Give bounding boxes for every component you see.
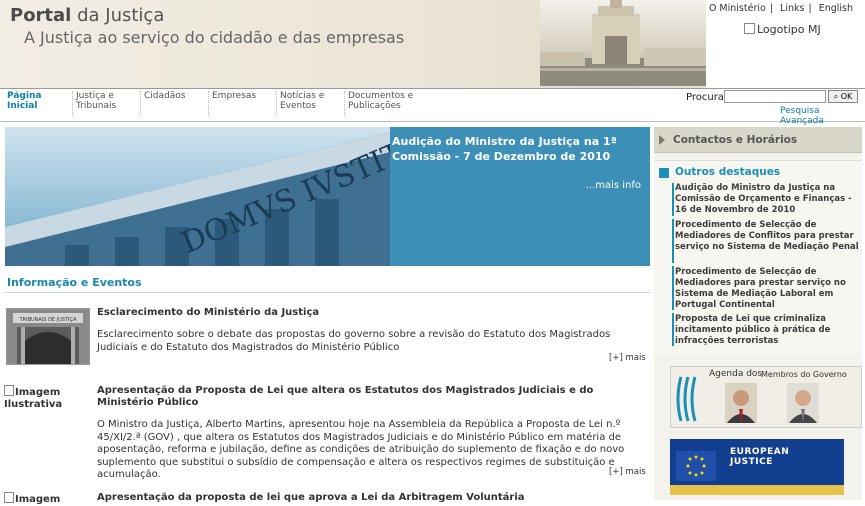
site-subtitle: A Justiça ao serviço do cidadão e das em…: [24, 28, 405, 47]
search-input[interactable]: [724, 90, 826, 103]
sidebar: Contactos e Horários Outros destaques Au…: [654, 127, 862, 500]
nav-empresas[interactable]: Empresas: [208, 91, 272, 115]
european-justice-banner[interactable]: EUROPEAN JUSTICE: [670, 439, 844, 495]
featured-banner[interactable]: DOMVS IVSTITIÆ Audição do Ministro da Ju…: [5, 127, 650, 266]
contacts-box[interactable]: Contactos e Horários: [654, 127, 862, 153]
secretary-portrait: [787, 383, 819, 423]
news-image[interactable]: Imagem Ilustrativa: [4, 385, 89, 411]
agenda-banner[interactable]: Agenda dos Membros do Governo: [670, 366, 862, 428]
site-title[interactable]: Portal da Justiça: [10, 5, 164, 26]
news-body: O Ministro da Justiça, Alberto Martins, …: [97, 419, 625, 480]
bullet-bar: [672, 219, 674, 263]
section-divider: [5, 292, 650, 293]
site-title-bold: Portal: [10, 5, 72, 26]
news-thumbnail[interactable]: TRIBUNAIS DE JUSTIÇA: [6, 308, 90, 365]
outro-item[interactable]: Audição do Ministro da Justiça na Comiss…: [675, 183, 860, 216]
news-title[interactable]: Esclarecimento do Ministério da Justiça: [97, 307, 319, 319]
search-button[interactable]: ⌕ OK: [828, 90, 858, 103]
broken-image-icon: [4, 492, 14, 503]
news-more-link[interactable]: [+] mais: [609, 467, 646, 477]
site-title-rest: da Justiça: [77, 5, 165, 26]
thumbnail-sign: TRIBUNAIS DE JUSTIÇA: [19, 317, 77, 323]
bullet-bar: [672, 313, 674, 346]
nav-justica-tribunais[interactable]: Justiça e Tribunais: [72, 91, 136, 115]
broken-image-icon: [4, 385, 14, 396]
banner-image: DOMVS IVSTITIÆ: [5, 127, 390, 266]
outros-destaques: Outros destaques Audição do Ministro da …: [654, 160, 862, 354]
nav-documentos-publicacoes[interactable]: Documentos e Publicações: [344, 91, 418, 115]
news-body: Esclarecimento sobre o debate das propos…: [97, 329, 611, 353]
news-title[interactable]: Apresentação da Proposta de Lei que alte…: [97, 385, 637, 409]
outro-item[interactable]: Proposta de Lei que criminaliza incitame…: [675, 314, 860, 347]
nav-pagina-inicial[interactable]: Página Inicial: [4, 91, 67, 115]
bullet-bar: [672, 266, 674, 310]
agenda-title: Agenda dos: [709, 369, 763, 379]
arrow-right-icon: [659, 135, 665, 145]
section-title: Informação e Eventos: [7, 276, 142, 289]
nav-cidadaos[interactable]: Cidadãos: [140, 91, 204, 115]
top-links: O Ministério | Links | English: [707, 3, 855, 14]
ejustice-line1: EUROPEAN: [730, 447, 790, 457]
ejustice-text: EUROPEAN JUSTICE: [730, 447, 789, 467]
link-english[interactable]: English: [819, 3, 853, 14]
search-label: Procura: [686, 92, 724, 103]
banner-more-link[interactable]: ...mais info: [586, 180, 641, 191]
link-links[interactable]: Links: [780, 3, 804, 14]
eu-flag-icon: [676, 451, 716, 481]
ejustice-strip: [670, 485, 844, 495]
search-icon: ⌕: [833, 91, 839, 101]
broken-image-icon: [744, 23, 755, 34]
separator: |: [769, 3, 774, 14]
search-button-label: OK: [840, 91, 853, 101]
contacts-title[interactable]: Contactos e Horários: [673, 134, 797, 146]
header-photo: [540, 0, 706, 86]
nav-noticias-eventos[interactable]: Notícias e Eventos: [276, 91, 340, 115]
separator: |: [808, 3, 812, 14]
news-more-link[interactable]: [+] mais: [609, 353, 646, 363]
logo-alt-text: Logotipo MJ: [757, 23, 821, 36]
minister-portrait: [725, 383, 757, 423]
banner-headline[interactable]: Audição do Ministro da Justiça na 1ª Com…: [392, 134, 642, 164]
header-right: O Ministério | Links | English Logotipo MJ: [706, 0, 865, 88]
outro-item[interactable]: Procedimento de Selecção de Mediadores p…: [675, 267, 860, 311]
link-ministerio[interactable]: O Ministério: [709, 3, 766, 14]
bullet-bar: [672, 183, 674, 216]
news-image[interactable]: Imagem: [4, 492, 89, 506]
outro-item[interactable]: Procedimento de Selecção de Mediadores d…: [675, 220, 860, 253]
header: Portal da Justiça A Justiça ao serviço d…: [0, 0, 865, 88]
agenda-logo-icon: [676, 376, 697, 422]
advanced-search-link[interactable]: Pesquisa Avançada: [780, 106, 865, 126]
news-body-start: O Ministro da Justiça, Alberto Martins, …: [97, 419, 642, 482]
logo[interactable]: Logotipo MJ: [744, 23, 821, 36]
outros-title: Outros destaques: [675, 166, 781, 178]
news-title[interactable]: Apresentação da proposta de lei que apro…: [97, 492, 637, 504]
ejustice-line2: JUSTICE: [730, 457, 773, 467]
main-nav: Página Inicial Justiça e Tribunais Cidad…: [0, 88, 865, 126]
agenda-subtitle: Membros do Governo: [761, 370, 847, 379]
double-arrow-icon: [659, 168, 669, 178]
